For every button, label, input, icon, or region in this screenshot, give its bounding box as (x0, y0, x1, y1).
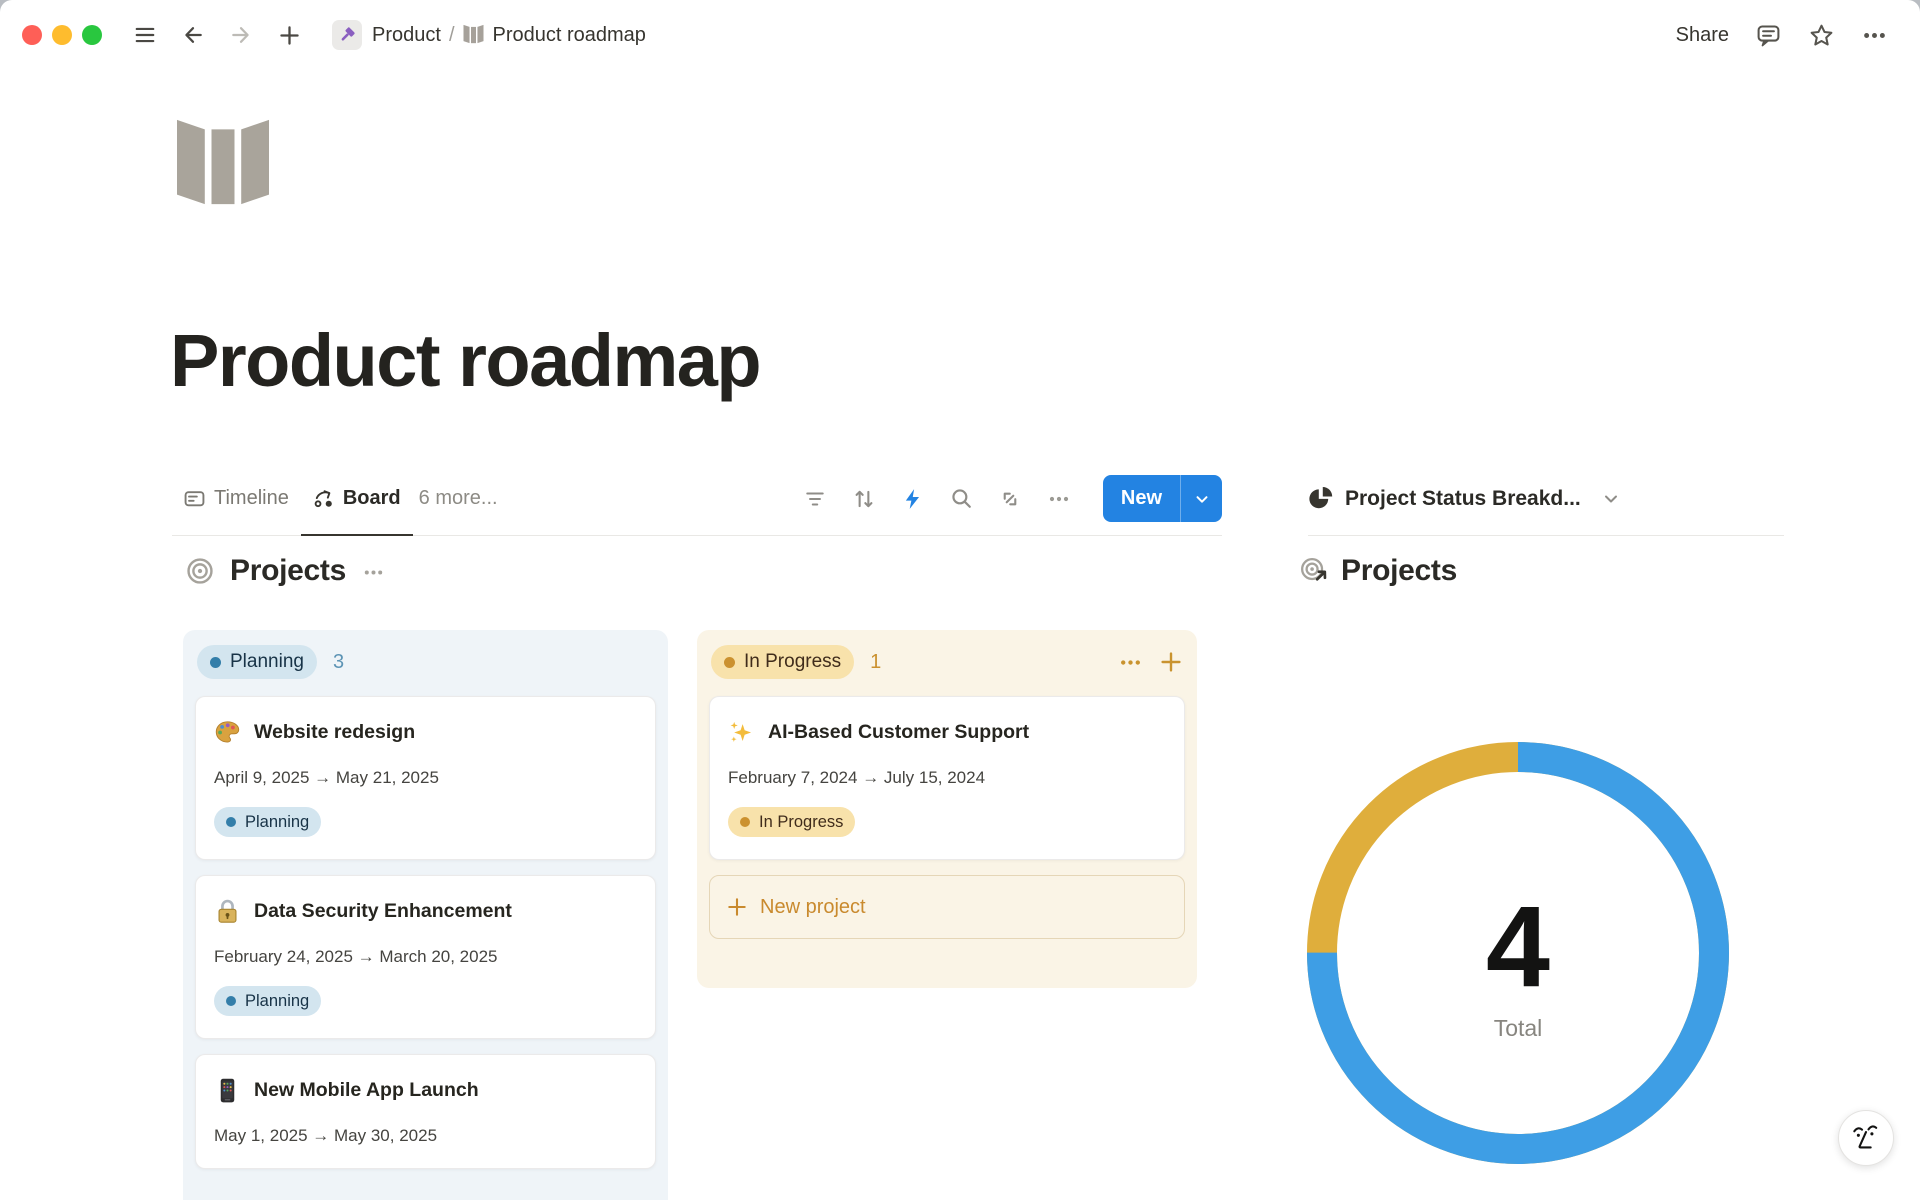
sort-icon[interactable] (852, 487, 876, 511)
filter-icon[interactable] (804, 488, 826, 510)
linked-target-icon (1300, 557, 1328, 585)
share-button[interactable]: Share (1676, 24, 1729, 47)
mobile-phone-icon (214, 1077, 241, 1104)
lock-icon (214, 898, 241, 925)
column-more-icon[interactable] (1118, 650, 1143, 675)
column-in-progress: In Progress 1 AI-Based Cus (697, 630, 1197, 988)
status-dot (740, 817, 750, 827)
board-section-header: Projects (186, 554, 385, 588)
board-view-icon (313, 488, 334, 509)
close-window-button[interactable] (22, 25, 42, 45)
view-more-icon[interactable] (1047, 487, 1071, 511)
page-icon-map[interactable] (173, 116, 273, 208)
traffic-lights (22, 25, 102, 45)
card-title: Website redesign (254, 721, 415, 744)
topbar-actions: Share (1676, 22, 1888, 49)
hammer-icon (332, 20, 362, 50)
target-icon (186, 557, 214, 585)
back-icon[interactable] (176, 18, 210, 52)
more-icon[interactable] (1861, 22, 1888, 49)
card-title: New Mobile App Launch (254, 1079, 479, 1102)
column-planning-header: Planning 3 (197, 644, 654, 680)
status-dot (226, 996, 236, 1006)
forward-icon[interactable] (224, 18, 258, 52)
card-title: Data Security Enhancement (254, 900, 512, 923)
breadcrumb: Product / Product roadmap (372, 24, 646, 47)
pie-chart-icon (1308, 486, 1333, 511)
ai-face-icon (1851, 1122, 1881, 1154)
donut-chart-svg (1306, 741, 1730, 1165)
card-ai-support[interactable]: AI-Based Customer Support February 7, 20… (709, 696, 1185, 860)
topbar: Product / Product roadmap Share (0, 0, 1920, 70)
column-name: In Progress (744, 651, 841, 673)
bolt-icon[interactable] (902, 488, 924, 510)
card-website-redesign[interactable]: Website redesign April 9, 2025 → May 21,… (195, 696, 656, 860)
breadcrumb-page[interactable]: Product roadmap (493, 24, 646, 46)
tab-timeline[interactable]: Timeline (172, 462, 301, 536)
chart-section-title: Projects (1341, 554, 1457, 588)
new-project-label: New project (760, 896, 866, 919)
search-icon[interactable] (950, 487, 973, 510)
plus-icon (726, 896, 748, 918)
chart-selector-bar[interactable]: Project Status Breakd... (1308, 462, 1784, 536)
card-date-range: May 1, 2025 → May 30, 2025 (214, 1126, 637, 1146)
new-button-dropdown[interactable] (1180, 475, 1222, 522)
comment-icon[interactable] (1755, 22, 1782, 49)
status-dot (226, 817, 236, 827)
status-badge-planning[interactable]: Planning (197, 645, 317, 679)
card-date-range: February 7, 2024 → July 15, 2024 (728, 768, 1166, 788)
chevron-down-icon (1601, 489, 1621, 509)
timeline-view-icon (184, 488, 205, 509)
expand-icon[interactable] (999, 488, 1021, 510)
card-date-range: April 9, 2025 → May 21, 2025 (214, 768, 637, 788)
chart-section-header: Projects (1300, 554, 1457, 588)
card-status-tag: In Progress (728, 807, 855, 837)
more-views-link[interactable]: 6 more... (419, 487, 498, 510)
palette-icon (214, 719, 241, 746)
column-name: Planning (230, 651, 304, 673)
tab-board-label: Board (343, 487, 401, 510)
view-bar: Timeline Board 6 more... (172, 462, 1222, 536)
map-icon (463, 24, 484, 44)
card-data-security[interactable]: Data Security Enhancement February 24, 2… (195, 875, 656, 1039)
status-dot (724, 657, 735, 668)
card-status-tag: Planning (214, 986, 321, 1016)
new-button[interactable]: New (1103, 475, 1222, 522)
column-in-progress-header: In Progress 1 (711, 644, 1183, 680)
card-title: AI-Based Customer Support (768, 721, 1029, 744)
status-dot (210, 657, 221, 668)
breadcrumb-separator: / (449, 24, 455, 46)
status-badge-in-progress[interactable]: In Progress (711, 645, 854, 679)
column-count: 1 (870, 651, 881, 674)
zoom-window-button[interactable] (82, 25, 102, 45)
board: Planning 3 Website redesign April 9, 202… (183, 630, 1197, 1200)
star-icon[interactable] (1808, 22, 1835, 49)
board-section-more-icon[interactable] (362, 560, 385, 583)
donut-chart: 4 Total (1306, 741, 1730, 1165)
hamburger-icon[interactable] (128, 18, 162, 52)
card-mobile-app[interactable]: New Mobile App Launch May 1, 2025 → May … (195, 1054, 656, 1169)
tab-board[interactable]: Board (301, 462, 413, 536)
chart-selector-label: Project Status Breakd... (1345, 487, 1581, 511)
card-status-tag: Planning (214, 807, 321, 837)
column-count: 3 (333, 651, 344, 674)
breadcrumb-team[interactable]: Product (372, 24, 441, 46)
ai-assistant-button[interactable] (1838, 1110, 1894, 1166)
new-project-button[interactable]: New project (709, 875, 1185, 939)
column-planning: Planning 3 Website redesign April 9, 202… (183, 630, 668, 1200)
card-date-range: February 24, 2025 → March 20, 2025 (214, 947, 637, 967)
column-add-icon[interactable] (1159, 650, 1183, 674)
new-button-label[interactable]: New (1103, 475, 1180, 522)
sparkles-icon (728, 719, 755, 746)
tab-timeline-label: Timeline (214, 487, 289, 510)
app-window: Product / Product roadmap Share Product ro… (0, 0, 1920, 1200)
page-title: Product roadmap (170, 318, 760, 403)
minimize-window-button[interactable] (52, 25, 72, 45)
board-section-title: Projects (230, 554, 346, 588)
new-tab-icon[interactable] (272, 18, 306, 52)
view-toolbar: New (804, 475, 1222, 522)
